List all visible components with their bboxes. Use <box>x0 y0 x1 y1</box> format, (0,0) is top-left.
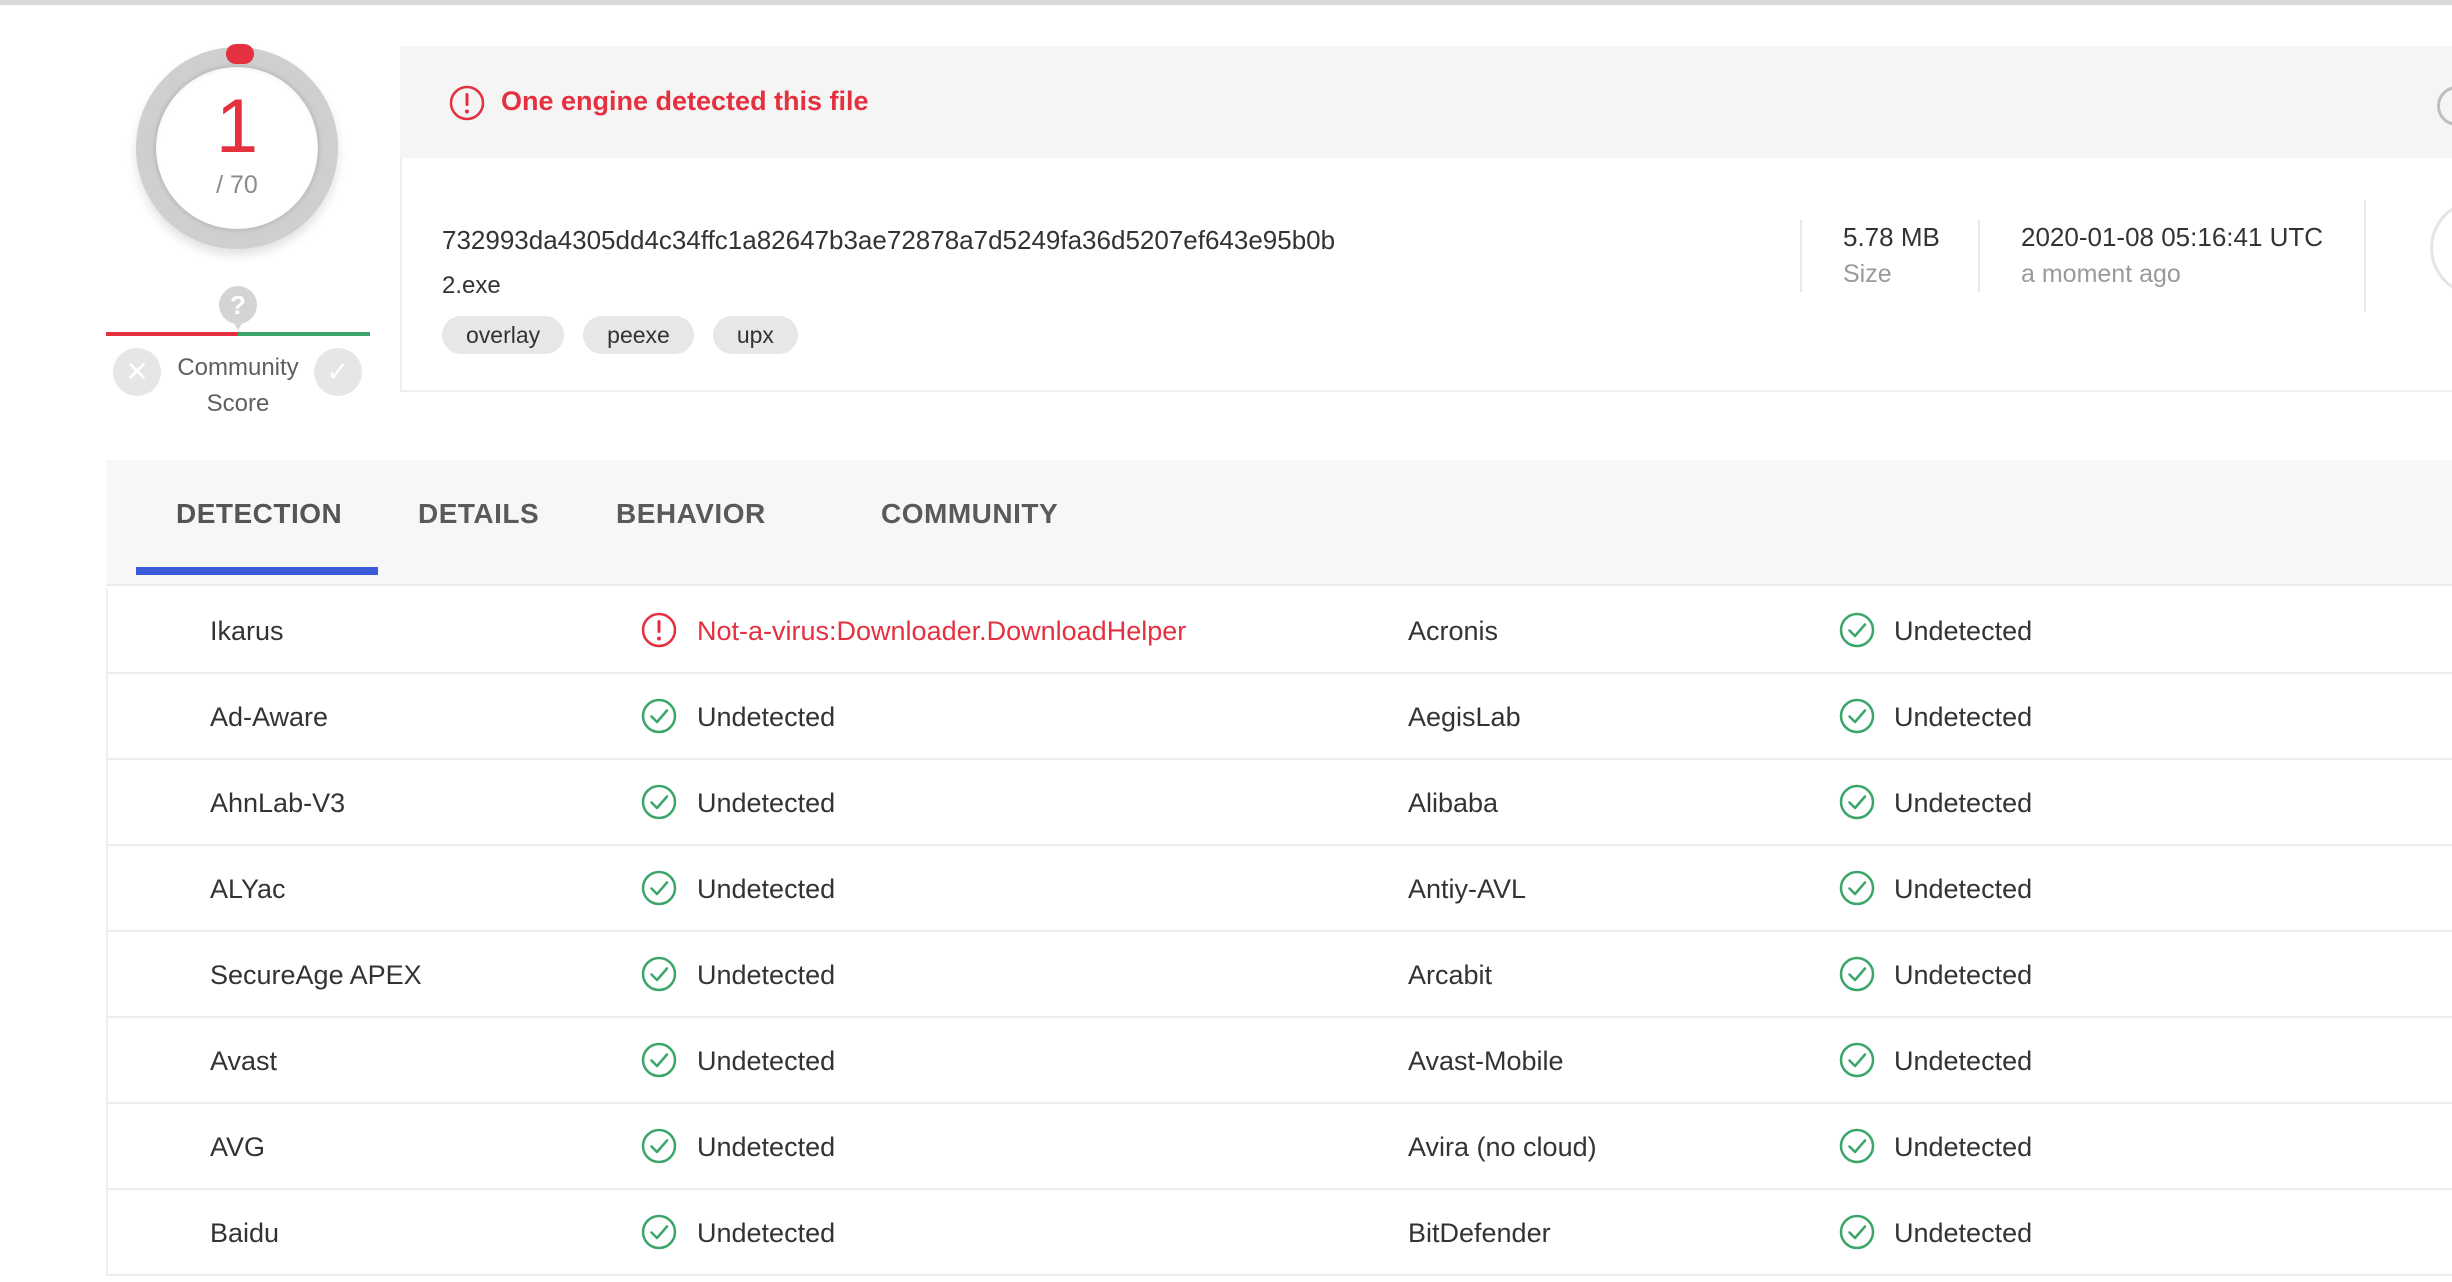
check-circle-icon <box>641 698 677 734</box>
check-circle-icon <box>641 1042 677 1078</box>
table-row: Ikarus Not-a-virus:Downloader.DownloadHel… <box>108 588 2452 674</box>
active-tab-indicator <box>136 567 378 575</box>
check-circle-icon <box>641 956 677 992</box>
check-circle-icon <box>1839 1128 1875 1164</box>
engine-result: Undetected <box>697 874 836 904</box>
engine-result: Undetected <box>697 788 836 818</box>
check-circle-icon <box>641 1214 677 1250</box>
tab-detection[interactable]: DETECTION <box>176 498 342 530</box>
file-hash[interactable]: 732993da4305dd4c34ffc1a82647b3ae72878a7d… <box>442 225 1335 256</box>
score-ring-detected-marker <box>226 44 254 64</box>
close-icon: ✕ <box>125 356 149 387</box>
vote-malicious-button[interactable]: ✕ <box>113 348 161 396</box>
engine-result: Undetected <box>697 1218 836 1248</box>
engine-name: Arcabit <box>1408 960 1493 990</box>
engine-result: Undetected <box>697 702 836 732</box>
analysis-date-value: 2020-01-08 05:16:41 UTC <box>2021 222 2324 252</box>
score-ring: 1 / 70 <box>136 44 338 249</box>
detection-alert-text: One engine detected this file <box>501 86 869 116</box>
divider <box>2364 200 2366 312</box>
divider <box>1800 220 1802 292</box>
engine-result[interactable]: Not-a-virus:Downloader.DownloadHelper <box>697 616 1186 647</box>
engine-result: Undetected <box>1894 1132 2033 1162</box>
engine-total: / 70 <box>216 171 258 199</box>
engine-result: Undetected <box>1894 1218 2033 1248</box>
check-circle-icon <box>1839 956 1875 992</box>
engine-name: AVG <box>210 1132 266 1162</box>
check-circle-icon <box>1839 784 1875 820</box>
tag-chip[interactable]: upx <box>712 316 798 354</box>
engine-result: Undetected <box>1894 788 2033 818</box>
vote-harmless-button[interactable]: ✓ <box>314 348 362 396</box>
detection-table: Ikarus Not-a-virus:Downloader.DownloadHel… <box>106 588 2452 1276</box>
engine-name: Alibaba <box>1408 788 1499 818</box>
check-circle-icon <box>641 784 677 820</box>
engine-name: Ad-Aware <box>210 702 329 732</box>
engine-result: Undetected <box>697 960 836 990</box>
engine-name: Acronis <box>1408 616 1499 646</box>
file-size-label: Size <box>1843 260 1892 288</box>
engine-name: Antiy-AVL <box>1408 874 1527 904</box>
tag-chip[interactable]: overlay <box>442 316 565 354</box>
analysis-date-relative: a moment ago <box>2021 260 2181 288</box>
table-row: AVG Undetected Avira (no cloud) Undetected <box>108 1104 2452 1190</box>
community-score-positive-bar <box>238 332 370 336</box>
tab-details[interactable]: DETAILS <box>418 498 539 530</box>
engine-result: Undetected <box>1894 874 2033 904</box>
engine-result: Undetected <box>697 1132 836 1162</box>
engine-result: Undetected <box>1894 702 2033 732</box>
table-row: SecureAge APEX Undetected Arcabit Undetecte… <box>108 932 2452 1018</box>
community-score-question-icon: ? <box>219 286 257 330</box>
alert-circle-icon <box>641 612 677 648</box>
file-name: 2.exe <box>442 272 501 299</box>
engine-name: AegisLab <box>1408 702 1521 732</box>
check-circle-icon <box>1839 612 1875 648</box>
alert-circle-icon <box>449 85 485 121</box>
engine-result: Undetected <box>1894 960 2033 990</box>
table-row: ALYac Undetected Antiy-AVL Undetected <box>108 846 2452 932</box>
divider <box>1978 220 1980 292</box>
engine-result: Undetected <box>697 1046 836 1076</box>
file-tags: overlay peexe upx <box>442 316 798 354</box>
community-score-label: Community Score <box>162 350 314 422</box>
check-circle-icon <box>1839 1042 1875 1078</box>
engine-name: ALYac <box>210 874 286 904</box>
engine-name: Avast <box>210 1046 278 1076</box>
file-size-value: 5.78 MB <box>1843 222 1940 252</box>
engine-name: Baidu <box>210 1218 280 1248</box>
engine-name: SecureAge APEX <box>210 960 422 990</box>
engine-name: BitDefender <box>1408 1218 1551 1248</box>
tab-behavior[interactable]: BEHAVIOR <box>616 498 766 530</box>
engine-name: AhnLab-V3 <box>210 788 346 818</box>
engine-result: Undetected <box>1894 616 2033 646</box>
detection-count: 1 <box>215 84 259 169</box>
engine-name: Ikarus <box>210 616 284 646</box>
check-circle-icon <box>1839 698 1875 734</box>
engine-name: Avira (no cloud) <box>1408 1132 1597 1162</box>
community-score-label-line1: Community <box>177 354 299 381</box>
check-circle-icon <box>1839 1214 1875 1250</box>
table-row: Baidu Undetected BitDefender Undetected <box>108 1190 2452 1276</box>
table-row: Ad-Aware Undetected AegisLab Undetected <box>108 674 2452 760</box>
table-row: Avast Undetected Avast-Mobile Undetected <box>108 1018 2452 1104</box>
table-row: AhnLab-V3 Undetected Alibaba Undetected <box>108 760 2452 846</box>
detection-score-widget: 1 / 70 <box>136 44 338 249</box>
check-circle-icon <box>641 1128 677 1164</box>
tab-community[interactable]: COMMUNITY <box>881 498 1058 530</box>
community-score-label-line2: Score <box>206 390 270 417</box>
community-score-negative-bar <box>106 332 238 336</box>
tag-chip[interactable]: peexe <box>583 316 694 354</box>
check-circle-icon <box>1839 870 1875 906</box>
engine-name: Avast-Mobile <box>1408 1046 1564 1076</box>
engine-result: Undetected <box>1894 1046 2033 1076</box>
top-border <box>0 0 2452 5</box>
check-circle-icon <box>641 870 677 906</box>
check-icon: ✓ <box>326 356 350 387</box>
